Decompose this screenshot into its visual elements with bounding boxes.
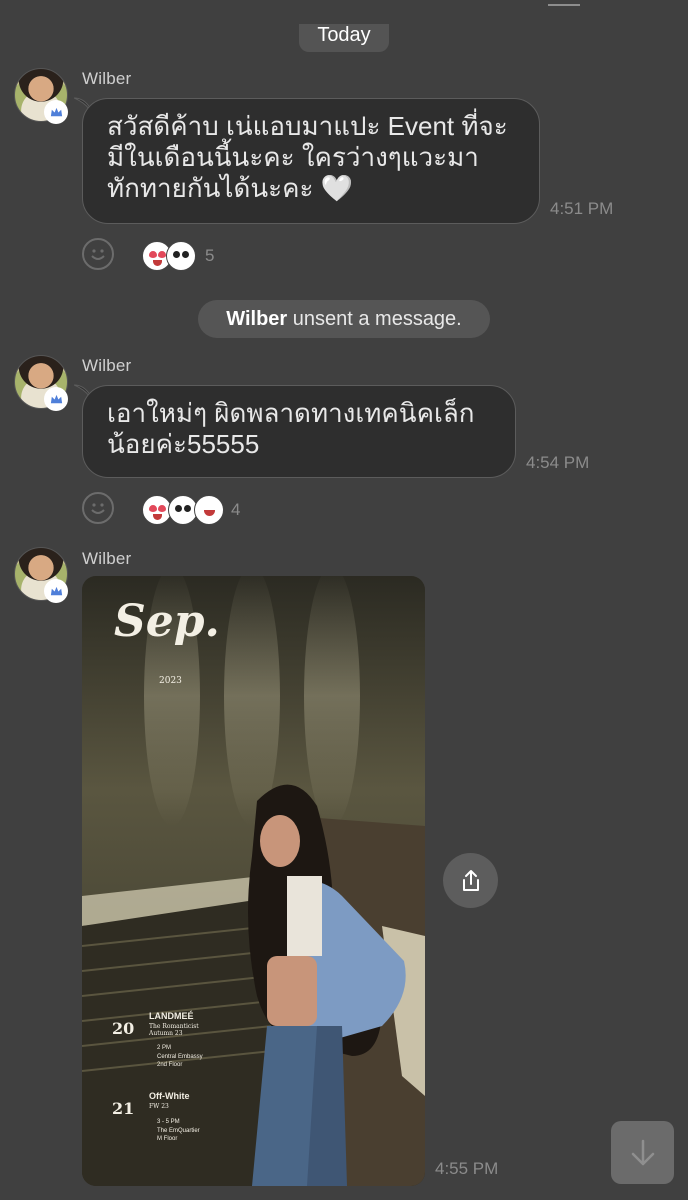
- smiley-icon[interactable]: [82, 238, 114, 270]
- arrow-down-icon: [631, 1139, 654, 1165]
- date-divider: Today: [299, 24, 389, 52]
- event-floor: 2nd Floor: [157, 1062, 183, 1068]
- event-subtitle: The Romanticist Autumn 23: [149, 1023, 199, 1037]
- event-brand: Off-White: [149, 1091, 190, 1101]
- poster-year: 2023: [159, 676, 182, 686]
- event-day: 20: [112, 1019, 135, 1038]
- event-time: 2 PM: [157, 1045, 172, 1051]
- crown-icon: [44, 579, 68, 603]
- message-line: สวัสดีค้าบ เน่แอบมาแปะ Event ที่จะ: [107, 111, 508, 141]
- smiley-icon[interactable]: [82, 492, 114, 524]
- notice-name: Wilber: [226, 308, 288, 330]
- message-time: 4:54 PM: [526, 453, 590, 472]
- event-place: The EmQuartier: [157, 1128, 200, 1134]
- crown-icon: [44, 387, 68, 411]
- menu-icon-fragment[interactable]: [548, 0, 580, 6]
- message-line: ทักทายกันได้นะคะ 🤍: [107, 173, 354, 203]
- event-brand: LANDMEÉ: [149, 1011, 194, 1021]
- panda-emoji-icon[interactable]: [166, 241, 196, 271]
- notice-text: unsent a message.: [287, 308, 462, 330]
- unsent-notice: Wilber unsent a message.: [198, 300, 490, 338]
- back-icon-fragment[interactable]: [30, 0, 44, 4]
- message-line: เอาใหม่ๆ ผิดพลาดทางเทคนิคเล็ก: [107, 398, 475, 428]
- crown-icon: [44, 100, 68, 124]
- event-day: 21: [112, 1099, 135, 1118]
- message-line: มีในเดือนนี้นะคะ ใครว่างๆแวะมา: [107, 142, 479, 172]
- event-place: Central Embassy: [157, 1054, 203, 1060]
- event-poster-image[interactable]: Sep. 2023 20 LANDMEÉ The Romanticist Aut…: [82, 576, 425, 1186]
- message-time: 4:55 PM: [435, 1159, 499, 1178]
- top-bar-fragment: [0, 0, 688, 12]
- reaction-count: 5: [205, 246, 215, 265]
- message-bubble[interactable]: สวัสดีค้าบ เน่แอบมาแปะ Event ที่จะ มีในเ…: [82, 98, 540, 224]
- reaction-count: 4: [231, 500, 241, 519]
- event-subtitle: FW 23: [149, 1103, 169, 1110]
- sender-name: Wilber: [82, 69, 132, 88]
- message-time: 4:51 PM: [550, 199, 614, 218]
- sender-name: Wilber: [82, 356, 132, 375]
- scroll-to-bottom-button[interactable]: [611, 1121, 674, 1184]
- poster-month: Sep.: [114, 596, 220, 647]
- message-bubble[interactable]: เอาใหม่ๆ ผิดพลาดทางเทคนิคเล็ก น้อยค่ะ555…: [82, 385, 516, 478]
- event-time: 3 - 5 PM: [157, 1119, 180, 1125]
- share-icon: [462, 869, 479, 891]
- share-button[interactable]: [443, 853, 498, 908]
- message-line: น้อยค่ะ55555: [107, 429, 260, 459]
- event-floor: M Floor: [157, 1136, 178, 1142]
- sender-name: Wilber: [82, 549, 132, 568]
- laughing-emoji-icon[interactable]: [194, 495, 224, 525]
